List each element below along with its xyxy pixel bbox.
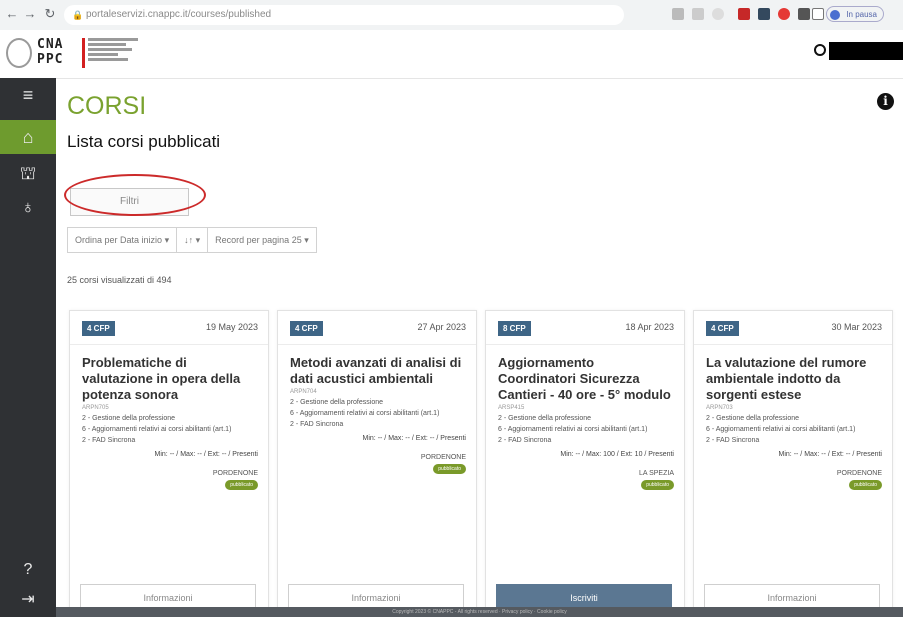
records-per-page-select[interactable]: Record per pagina 25 ▾ <box>208 228 316 252</box>
course-seats: Min: -- / Max: 100 / Ext: 10 / Presenti <box>560 451 674 458</box>
course-title[interactable]: La valutazione del rumore ambientale ind… <box>706 355 882 403</box>
lock-icon: 🔒 <box>72 10 84 20</box>
course-city: LA SPEZIA <box>638 470 674 477</box>
course-category: 6 - Aggiornamenti relativi ai corsi abil… <box>82 426 232 433</box>
help-icon[interactable]: ? <box>0 553 56 587</box>
chevron-down-icon: ▾ <box>304 235 309 245</box>
logo-accent <box>82 38 85 68</box>
course-city: PORDENONE <box>836 470 882 477</box>
user-name-redacted[interactable] <box>829 42 903 60</box>
course-category: 2 - Gestione della professione <box>498 415 591 422</box>
list-toolbar: Ordina per Data inizio ▾ ↓↑ ▾ Record per… <box>67 227 317 253</box>
status-badge: pubblicato <box>641 480 674 490</box>
course-category: 6 - Aggiornamenti relativi ai corsi abil… <box>290 410 440 417</box>
browser-toolbar: ← → ↻ 🔒 portaleservizi.cnappc.it/courses… <box>0 0 903 31</box>
course-mode: 2 - FAD Sincrona <box>290 421 344 428</box>
cfp-badge: 4 CFP <box>290 321 323 336</box>
status-badge: pubblicato <box>849 480 882 490</box>
home-icon[interactable]: ⌂ <box>0 120 56 154</box>
course-title[interactable]: Aggiornamento Coordinatori Sicurezza Can… <box>498 355 674 403</box>
course-seats: Min: -- / Max: -- / Ext: -- / Presenti <box>154 451 258 458</box>
results-count: 25 corsi visualizzati di 494 <box>67 275 172 285</box>
course-mode: 2 - FAD Sincrona <box>706 437 760 444</box>
course-city: PORDENONE <box>420 454 466 461</box>
extension-icon[interactable] <box>692 8 704 20</box>
profile-status: In pausa <box>846 10 877 19</box>
cfp-badge: 4 CFP <box>706 321 739 336</box>
bookmark-star-icon[interactable] <box>712 8 724 20</box>
cfp-badge: 8 CFP <box>498 321 531 336</box>
sort-order-icon: ↓↑ <box>184 235 194 245</box>
card-divider <box>486 344 684 345</box>
course-date: 30 Mar 2023 <box>831 322 882 332</box>
course-date: 27 Apr 2023 <box>417 322 466 332</box>
course-category: 6 - Aggiornamenti relativi ai corsi abil… <box>706 426 856 433</box>
cfp-badge: 4 CFP <box>82 321 115 336</box>
chevron-down-icon: ▾ <box>195 235 201 245</box>
course-code: ARPN703 <box>706 405 733 411</box>
sidepanel-icon[interactable] <box>812 8 824 20</box>
course-seats: Min: -- / Max: -- / Ext: -- / Presenti <box>778 451 882 458</box>
profile-button[interactable]: In pausa <box>826 6 884 22</box>
course-code: ARSP415 <box>498 405 525 411</box>
course-title[interactable]: Problematiche di valutazione in opera de… <box>82 355 258 403</box>
course-card: 4 CFP 30 Mar 2023 La valutazione del rum… <box>693 310 893 617</box>
course-mode: 2 - FAD Sincrona <box>82 437 136 444</box>
course-date: 19 May 2023 <box>205 322 258 332</box>
course-card: 4 CFP 19 May 2023 Problematiche di valut… <box>69 310 269 617</box>
extension-red-icon[interactable] <box>738 8 750 20</box>
course-category: 2 - Gestione della professione <box>82 415 175 422</box>
puzzle-icon[interactable] <box>798 8 810 20</box>
course-mode: 2 - FAD Sincrona <box>498 437 552 444</box>
url-text: portaleservizi.cnappc.it/courses/publish… <box>86 9 272 20</box>
logo[interactable]: CNA PPC <box>37 37 63 67</box>
sort-order-toggle[interactable]: ↓↑ ▾ <box>177 228 209 252</box>
info-icon[interactable]: i <box>877 93 894 110</box>
records-label: Record per pagina 25 <box>215 235 302 245</box>
course-category: 2 - Gestione della professione <box>290 399 383 406</box>
course-card: 8 CFP 18 Apr 2023 Aggiornamento Coordina… <box>485 310 685 617</box>
share-icon[interactable] <box>672 8 684 20</box>
logout-icon[interactable]: ⇥ <box>0 583 56 617</box>
course-date: 18 Apr 2023 <box>625 322 674 332</box>
course-seats: Min: -- / Max: -- / Ext: -- / Presenti <box>362 435 466 442</box>
page-subtitle: Lista corsi pubblicati <box>67 132 221 151</box>
card-divider <box>70 344 268 345</box>
back-arrow-icon[interactable]: ← <box>4 6 20 21</box>
opera-icon[interactable] <box>778 8 790 20</box>
emblem-logo <box>6 38 32 68</box>
extension-dark-icon[interactable] <box>758 8 770 20</box>
sort-select[interactable]: Ordina per Data inizio ▾ <box>68 228 178 252</box>
sidebar: ≡ ⌂ ⛫ ♁ ? ⇥ <box>0 78 56 617</box>
course-code: ARPN705 <box>82 405 109 411</box>
card-divider <box>694 344 892 345</box>
menu-icon[interactable]: ≡ <box>0 78 56 112</box>
app-header: CNA PPC <box>0 30 903 79</box>
logo-caption <box>88 38 148 63</box>
address-bar[interactable]: 🔒 portaleservizi.cnappc.it/courses/publi… <box>64 5 624 25</box>
reload-icon[interactable]: ↻ <box>42 6 58 22</box>
course-code: ARPN704 <box>290 389 317 395</box>
course-city: PORDENONE <box>212 470 258 477</box>
institution-icon[interactable]: ⛫ <box>0 156 56 190</box>
course-category: 6 - Aggiornamenti relativi ai corsi abil… <box>498 426 648 433</box>
user-icon[interactable] <box>814 44 826 56</box>
chevron-down-icon: ▾ <box>164 235 170 245</box>
footer: Copyright 2023 © CNAPPC - All rights res… <box>56 607 903 617</box>
course-title[interactable]: Metodi avanzati di analisi di dati acust… <box>290 355 466 387</box>
course-category: 2 - Gestione della professione <box>706 415 799 422</box>
status-badge: pubblicato <box>433 464 466 474</box>
page-title: CORSI <box>67 92 147 120</box>
sort-label: Ordina per Data inizio <box>75 235 163 245</box>
course-card: 4 CFP 27 Apr 2023 Metodi avanzati di ana… <box>277 310 477 617</box>
logo-bottom: PPC <box>37 52 64 67</box>
annotation-circle <box>64 174 206 216</box>
status-badge: pubblicato <box>225 480 258 490</box>
award-icon[interactable]: ♁ <box>0 190 56 224</box>
card-divider <box>278 344 476 345</box>
logo-top: CNA <box>37 37 64 52</box>
forward-arrow-icon[interactable]: → <box>22 6 38 21</box>
profile-avatar-icon <box>830 10 840 20</box>
